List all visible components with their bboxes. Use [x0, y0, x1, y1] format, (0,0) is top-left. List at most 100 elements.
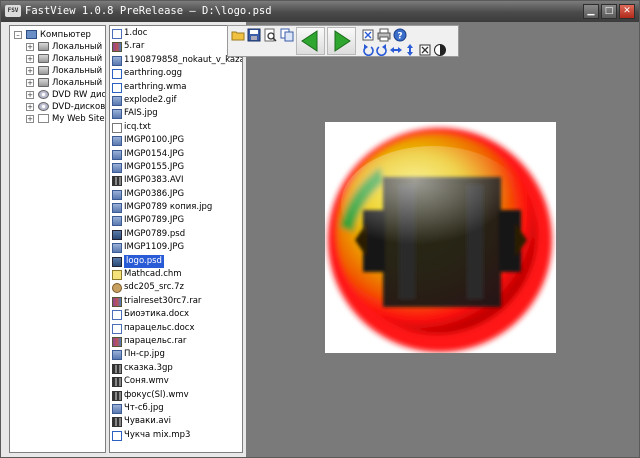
- maximize-button[interactable]: □: [601, 4, 617, 19]
- image-canvas: [322, 122, 558, 358]
- file-list-item[interactable]: Пн-ср.jpg: [110, 348, 242, 361]
- collapse-icon[interactable]: –: [14, 31, 22, 39]
- image-icon: [112, 203, 122, 214]
- file-list-item[interactable]: Чукча mix.mp3: [110, 429, 242, 442]
- tree-item-label: Локальный: [52, 42, 103, 52]
- file-list-item[interactable]: logo.psd: [110, 254, 242, 269]
- psd-icon: [112, 256, 122, 267]
- file-list-item[interactable]: IMGP0789.psd: [110, 228, 242, 241]
- logo-image: [322, 122, 558, 358]
- contrast-icon[interactable]: [433, 43, 447, 57]
- folder-tree-pane[interactable]: – Компьютер + Локальный + Локальный + Локальный…: [9, 25, 106, 453]
- previous-button[interactable]: [296, 27, 325, 55]
- file-list-item[interactable]: IMGP0386.JPG: [110, 188, 242, 201]
- archive-7z-icon: [112, 283, 122, 294]
- help-icon[interactable]: ?: [393, 28, 407, 42]
- tree-item[interactable]: + Локальный: [10, 77, 105, 89]
- file-name: logo.psd: [124, 254, 164, 269]
- image-icon: [112, 136, 122, 147]
- video-icon: [112, 176, 122, 187]
- crop-icon[interactable]: [418, 43, 432, 57]
- file-list-item[interactable]: IMGP0789 копия.jpg: [110, 201, 242, 214]
- print-preview-icon[interactable]: [263, 28, 277, 42]
- text-file-icon: [112, 122, 122, 133]
- file-list-item[interactable]: earthring.wma: [110, 81, 242, 94]
- file-list-item[interactable]: IMGP0789.JPG: [110, 214, 242, 227]
- tree-item[interactable]: + Локальный: [10, 65, 105, 77]
- file-name: explode2.gif: [124, 94, 177, 105]
- expand-icon[interactable]: +: [26, 43, 34, 51]
- file-list-item[interactable]: icq.txt: [110, 121, 242, 134]
- file-list-item[interactable]: IMGP0383.AVI: [110, 174, 242, 187]
- file-list-item[interactable]: Соня.wmv: [110, 375, 242, 388]
- computer-icon: [26, 30, 37, 39]
- tree-item[interactable]: – Компьютер: [10, 29, 105, 41]
- flip-horizontal-icon[interactable]: [389, 43, 403, 57]
- fit-screen-icon[interactable]: [361, 28, 375, 42]
- title-bar[interactable]: FSV FastView 1.0.8 PreRelease – D:\logo.…: [1, 1, 639, 22]
- file-list-item[interactable]: Чуваки.avi: [110, 415, 242, 428]
- file-list-item[interactable]: explode2.gif: [110, 94, 242, 107]
- svg-text:?: ?: [397, 32, 402, 42]
- file-list-item[interactable]: earthring.ogg: [110, 67, 242, 80]
- expand-icon[interactable]: +: [26, 115, 34, 123]
- tree-item[interactable]: + My Web Site: [10, 113, 105, 125]
- file-list-item[interactable]: фокус(Sl).wmv: [110, 389, 242, 402]
- minimize-button[interactable]: ▁: [583, 4, 599, 19]
- file-list-item[interactable]: trialreset30rc7.rar: [110, 295, 242, 308]
- file-list-item[interactable]: Mathcad.chm: [110, 268, 242, 281]
- app-window: FSV FastView 1.0.8 PreRelease – D:\logo.…: [0, 0, 640, 458]
- file-list-pane[interactable]: 1.doc 5.rar 1190879858_nokaut_v_kazarmeart…: [109, 25, 243, 453]
- open-folder-icon[interactable]: [231, 28, 245, 42]
- expand-icon[interactable]: +: [26, 55, 34, 63]
- file-name: earthring.wma: [124, 81, 187, 92]
- document-icon: [112, 323, 122, 334]
- file-list-item[interactable]: парацельс.rar: [110, 335, 242, 348]
- expand-icon[interactable]: +: [26, 91, 34, 99]
- file-name: earthring.ogg: [124, 68, 182, 79]
- dvd-icon: [38, 102, 49, 111]
- rotate-right-icon[interactable]: [375, 43, 389, 57]
- file-list-item[interactable]: Чт-сб.jpg: [110, 402, 242, 415]
- expand-icon[interactable]: +: [26, 67, 34, 75]
- rotate-left-icon[interactable]: [361, 43, 375, 57]
- file-list-item[interactable]: IMGP0154.JPG: [110, 148, 242, 161]
- file-name: Чукча mix.mp3: [124, 429, 191, 440]
- image-icon: [112, 243, 122, 254]
- file-list-item[interactable]: 1190879858_nokaut_v_kazarm: [110, 54, 242, 67]
- file-list-item[interactable]: парацельс.docx: [110, 322, 242, 335]
- file-name: IMGP0383.AVI: [124, 175, 184, 186]
- file-name: Чуваки.avi: [124, 416, 172, 427]
- file-list-item[interactable]: IMGP0100.JPG: [110, 134, 242, 147]
- file-name: парацельс.rar: [124, 335, 187, 346]
- archive-icon: [112, 296, 122, 307]
- drive-icon: [38, 66, 49, 75]
- file-list-item[interactable]: 1.doc: [110, 27, 242, 40]
- image-icon: [112, 162, 122, 173]
- copy-icon[interactable]: [280, 28, 294, 42]
- previous-arrow-icon: [301, 30, 318, 52]
- help-file-icon: [112, 270, 122, 281]
- print-icon[interactable]: [377, 28, 391, 42]
- file-list-item[interactable]: sdc205_src.7z: [110, 281, 242, 294]
- drive-icon: [38, 54, 49, 63]
- tree-item[interactable]: + DVD RW дис: [10, 89, 105, 101]
- file-list-item[interactable]: FAIS.jpg: [110, 107, 242, 120]
- next-button[interactable]: [327, 27, 356, 55]
- file-name: 5.rar: [124, 41, 145, 52]
- close-button[interactable]: ✕: [619, 4, 635, 19]
- flip-vertical-icon[interactable]: [403, 43, 417, 57]
- expand-icon[interactable]: +: [26, 79, 34, 87]
- tree-item[interactable]: + Локальный: [10, 53, 105, 65]
- file-list-item[interactable]: 5.rar: [110, 40, 242, 53]
- save-icon[interactable]: [247, 28, 261, 42]
- file-list-item[interactable]: IMGP1109.JPG: [110, 241, 242, 254]
- file-name: 1190879858_nokaut_v_kazarm: [124, 54, 242, 65]
- file-list-item[interactable]: IMGP0155.JPG: [110, 161, 242, 174]
- expand-icon[interactable]: +: [26, 103, 34, 111]
- tree-item[interactable]: + DVD-дисков: [10, 101, 105, 113]
- drive-icon: [38, 42, 49, 51]
- file-list-item[interactable]: сказка.3gp: [110, 362, 242, 375]
- tree-item[interactable]: + Локальный: [10, 41, 105, 53]
- file-list-item[interactable]: Биоэтика.docx: [110, 308, 242, 321]
